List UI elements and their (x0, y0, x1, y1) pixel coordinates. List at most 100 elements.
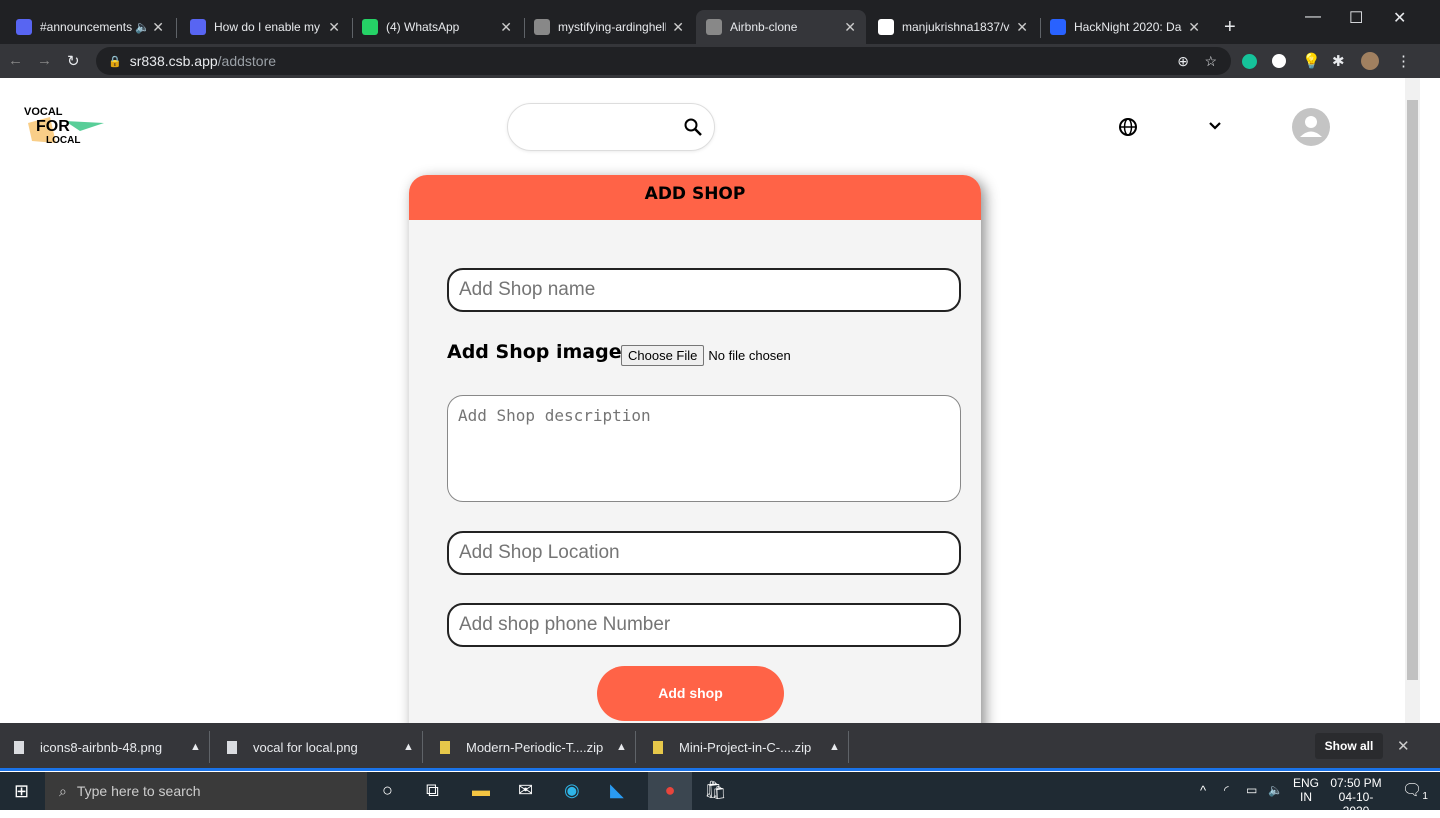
tab-strip: #announcements 🔈 ✕ How do I enable my m ✕ (4… (0, 0, 1440, 44)
scrollbar[interactable] (1405, 78, 1420, 723)
close-tab-icon[interactable]: ✕ (328, 19, 340, 36)
tab-favicon-icon (706, 19, 722, 35)
maximize-button[interactable]: ☐ (1349, 8, 1363, 28)
search-bar[interactable] (507, 103, 715, 151)
globe-icon[interactable] (1118, 117, 1138, 137)
add-shop-form: ADD SHOP Add Shop name Add Shop image Ch… (409, 175, 981, 723)
file-explorer-icon[interactable]: ▬ (472, 780, 490, 801)
back-icon[interactable]: ← (8, 52, 23, 69)
taskbar-search[interactable]: ⌕ Type here to search (45, 772, 367, 810)
close-tab-icon[interactable]: ✕ (1016, 19, 1028, 36)
tab-separator (176, 18, 177, 38)
tray-chevron-icon[interactable]: ^ (1200, 783, 1206, 798)
grammarly-icon[interactable] (1242, 54, 1257, 69)
file-status: No file chosen (708, 348, 791, 363)
menu-icon[interactable]: ⋮ (1396, 52, 1411, 70)
chevron-up-icon[interactable]: ▲ (829, 741, 840, 753)
shop-image-label: Add Shop image (447, 341, 622, 363)
download-filename: vocal for local.png (253, 739, 358, 755)
file-input[interactable]: Choose File No file chosen (621, 345, 791, 366)
close-window-button[interactable]: ✕ (1393, 8, 1406, 28)
volume-icon[interactable]: 🔈 (1268, 783, 1283, 797)
page: VOCAL FOR LOCAL ADD SHOP Add Shop name A… (0, 78, 1405, 723)
close-tab-icon[interactable]: ✕ (844, 19, 856, 36)
download-filename: icons8-airbnb-48.png (40, 739, 163, 755)
date: 04-10-2020 (1338, 790, 1374, 818)
download-filename: Mini-Project-in-C-....zip (679, 739, 812, 755)
close-tab-icon[interactable]: ✕ (500, 19, 512, 36)
browser-tab[interactable]: mystifying-ardinghelli- ✕ (524, 10, 694, 44)
store-icon[interactable]: 🛍 (704, 780, 727, 801)
chevron-up-icon[interactable]: ▲ (190, 741, 201, 753)
browser-tab[interactable]: HackNight 2020: Dash ✕ (1040, 10, 1210, 44)
wifi-icon[interactable]: ◜ (1224, 783, 1229, 797)
forward-icon[interactable]: → (37, 52, 52, 69)
search-icon: ⌕ (59, 782, 67, 799)
file-icon (653, 740, 663, 754)
lang-code: ENG (1293, 776, 1320, 790)
mail-icon[interactable]: ✉ (518, 780, 533, 801)
add-shop-button[interactable]: Add shop (597, 666, 784, 721)
close-tab-icon[interactable]: ✕ (1188, 19, 1200, 36)
download-item[interactable]: vocal for local.png ▲ (227, 723, 414, 771)
download-item[interactable]: icons8-airbnb-48.png ▲ (14, 723, 201, 771)
download-separator (209, 731, 210, 763)
extension-icon[interactable] (1272, 54, 1286, 68)
download-separator (635, 731, 636, 763)
battery-icon[interactable]: ▭ (1246, 783, 1257, 797)
shop-location-input[interactable]: Add Shop Location (447, 531, 961, 575)
tab-favicon-icon (362, 19, 378, 35)
star-icon[interactable]: ☆ (1204, 53, 1217, 70)
chevron-up-icon[interactable]: ▲ (403, 741, 414, 753)
lock-icon: 🔒 (108, 55, 122, 68)
tab-title: #announcements 🔈 (40, 20, 147, 34)
tab-favicon-icon (16, 19, 32, 35)
bulb-extension-icon[interactable]: 💡 (1302, 52, 1321, 70)
browser-tab[interactable]: How do I enable my m ✕ (180, 10, 350, 44)
logo: VOCAL FOR LOCAL (24, 106, 104, 146)
browser-tab[interactable]: manjukrishna1837/voc ✕ (868, 10, 1038, 44)
svg-text:FOR: FOR (36, 118, 70, 135)
minimize-button[interactable]: — (1305, 8, 1321, 26)
chrome-icon[interactable]: ● (648, 772, 692, 810)
download-item[interactable]: Mini-Project-in-C-....zip ▲ (653, 723, 840, 771)
download-filename: Modern-Periodic-T....zip (466, 739, 604, 755)
edge-icon[interactable]: ◉ (564, 780, 580, 801)
tab-title: Airbnb-clone (730, 20, 798, 34)
show-all-button[interactable]: Show all (1315, 733, 1383, 759)
user-avatar-icon[interactable] (1291, 107, 1331, 147)
tab-favicon-icon (534, 19, 550, 35)
chevron-down-icon[interactable] (1208, 121, 1222, 131)
close-tab-icon[interactable]: ✕ (672, 19, 684, 36)
shop-name-input[interactable]: Add Shop name (447, 268, 961, 312)
scrollbar-thumb[interactable] (1407, 100, 1418, 680)
language-indicator[interactable]: ENG IN (1293, 776, 1319, 804)
profile-avatar[interactable] (1361, 52, 1379, 70)
url-host: sr838.csb.app (129, 53, 218, 69)
choose-file-button[interactable]: Choose File (621, 345, 705, 366)
close-tab-icon[interactable]: ✕ (152, 19, 164, 36)
shop-description-textarea[interactable]: Add Shop description (447, 395, 961, 502)
clock[interactable]: 07:50 PM 04-10-2020 (1326, 776, 1386, 818)
chevron-up-icon[interactable]: ▲ (616, 741, 627, 753)
browser-tab[interactable]: (4) WhatsApp ✕ (352, 10, 522, 44)
vscode-icon[interactable]: ◣ (610, 780, 624, 801)
shop-phone-input[interactable]: Add shop phone Number (447, 603, 961, 647)
windows-start-icon[interactable]: ⊞ (14, 781, 29, 802)
reload-icon[interactable]: ↻ (67, 52, 80, 70)
task-view-icon[interactable]: ⧉ (426, 780, 439, 801)
add-icon[interactable]: ⊕ (1177, 53, 1189, 70)
puzzle-icon[interactable]: ✱ (1332, 52, 1345, 70)
svg-text:VOCAL: VOCAL (24, 106, 63, 118)
browser-tab[interactable]: #announcements 🔈 ✕ (6, 10, 174, 44)
download-separator (422, 731, 423, 763)
new-tab-button[interactable]: + (1224, 16, 1236, 39)
download-item[interactable]: Modern-Periodic-T....zip ▲ (440, 723, 627, 771)
tab-favicon-icon (1050, 19, 1066, 35)
notifications-icon[interactable]: 🗨1 (1402, 780, 1428, 802)
address-bar[interactable]: 🔒 sr838.csb.app/addstore ⊕ ☆ (96, 47, 1231, 75)
search-icon[interactable] (684, 118, 702, 136)
browser-tab[interactable]: Airbnb-clone ✕ (696, 10, 866, 44)
cortana-icon[interactable]: ○ (382, 780, 393, 801)
close-downloads-icon[interactable]: ✕ (1397, 737, 1410, 755)
